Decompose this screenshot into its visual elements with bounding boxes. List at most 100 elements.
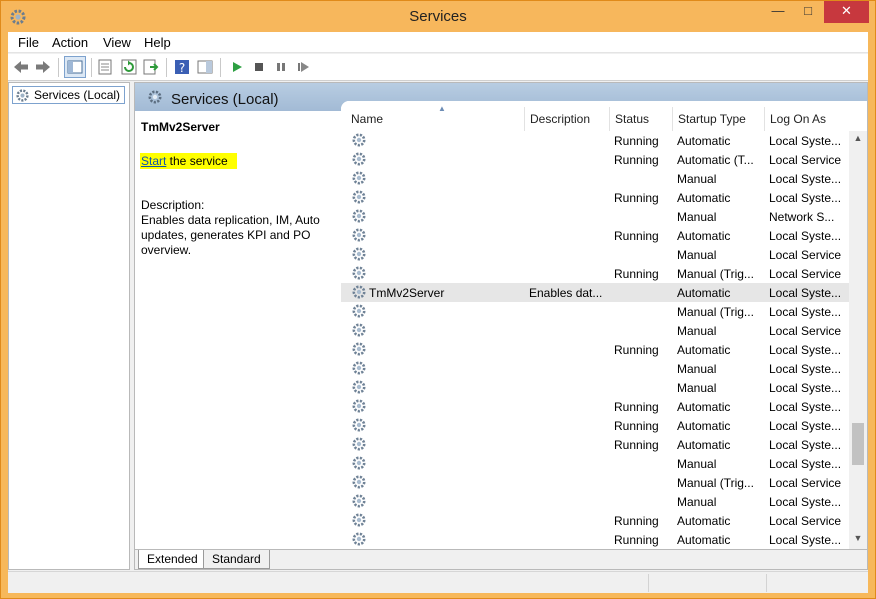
selected-service-name: TmMv2Server (141, 120, 220, 134)
scroll-down-icon[interactable]: ▼ (849, 533, 867, 547)
table-row[interactable]: Manual Local Syste... (341, 454, 849, 473)
table-row[interactable]: Manual (Trig... Local Service (341, 473, 849, 492)
service-gear-icon (351, 227, 367, 243)
column-header-startup-type[interactable]: Startup Type (678, 112, 746, 126)
service-gear-icon (351, 455, 367, 471)
toolbar: ? (8, 54, 868, 81)
service-startup-type-cell: Automatic (677, 286, 731, 300)
table-row[interactable]: Manual Local Syste... (341, 378, 849, 397)
title-bar[interactable]: Services — □ ✕ (1, 1, 875, 32)
service-status-cell: Running (614, 229, 659, 243)
properties-icon[interactable] (96, 58, 114, 76)
start-link[interactable]: Start (141, 154, 166, 168)
help-icon[interactable]: ? (173, 58, 191, 76)
minimize-button[interactable]: — (763, 1, 793, 23)
menu-view[interactable]: View (103, 35, 131, 50)
menu-help[interactable]: Help (144, 35, 171, 50)
toolbar-separator (166, 58, 167, 77)
service-log-on-as-cell: Local Syste... (769, 457, 842, 471)
table-row[interactable]: Manual Local Service (341, 245, 849, 264)
stop-service-icon[interactable] (250, 58, 268, 76)
column-header-log-on-as[interactable]: Log On As (770, 112, 826, 126)
table-row[interactable]: Manual Local Syste... (341, 359, 849, 378)
table-row[interactable]: Running Automatic Local Syste... (341, 435, 849, 454)
service-log-on-as-cell: Local Syste... (769, 419, 842, 433)
scroll-thumb[interactable] (852, 423, 864, 465)
table-row[interactable]: Running Automatic Local Syste... (341, 416, 849, 435)
table-row[interactable]: Manual Network S... (341, 207, 849, 226)
show-hide-tree-icon[interactable] (64, 56, 86, 78)
column-header-description[interactable]: Description (530, 112, 590, 126)
back-icon[interactable] (12, 58, 30, 76)
table-row[interactable]: Running Automatic Local Syste... (341, 340, 849, 359)
service-gear-icon (351, 436, 367, 452)
table-row[interactable]: Manual Local Service (341, 321, 849, 340)
table-row[interactable]: Manual Local Syste... (341, 492, 849, 511)
service-description-cell: Enables dat... (529, 286, 603, 300)
service-startup-type-cell: Automatic (677, 419, 731, 433)
column-divider[interactable] (764, 107, 765, 131)
table-row[interactable]: Running Automatic Local Syste... (341, 226, 849, 245)
service-startup-type-cell: Automatic (677, 514, 731, 528)
vertical-scrollbar[interactable]: ▲ ▼ (849, 131, 867, 549)
table-row[interactable]: Manual (Trig... Local Syste... (341, 302, 849, 321)
table-row[interactable]: Running Automatic Local Service (341, 511, 849, 530)
service-log-on-as-cell: Local Syste... (769, 400, 842, 414)
tree-item-label: Services (Local) (34, 88, 121, 102)
service-log-on-as-cell: Local Service (769, 324, 842, 338)
refresh-icon[interactable] (120, 58, 138, 76)
service-status-cell: Running (614, 134, 659, 148)
service-log-on-as-cell: Local Syste... (769, 229, 842, 243)
restart-service-icon[interactable] (294, 58, 312, 76)
menu-action[interactable]: Action (52, 35, 88, 50)
column-divider[interactable] (524, 107, 525, 131)
scroll-up-icon[interactable]: ▲ (849, 133, 867, 147)
table-row[interactable]: Running Automatic Local Syste... (341, 131, 849, 150)
table-row[interactable]: Manual Local Syste... (341, 169, 849, 188)
service-gear-icon (351, 246, 367, 262)
service-gear-icon (351, 417, 367, 433)
service-log-on-as-cell: Local Service (769, 476, 842, 490)
table-row[interactable]: Running Automatic Local Syste... (341, 530, 849, 549)
table-row[interactable]: Running Automatic (T... Local Service (341, 150, 849, 169)
column-header-name[interactable]: Name (351, 112, 383, 126)
maximize-button[interactable]: □ (793, 1, 823, 23)
tab-extended[interactable]: Extended (138, 550, 207, 569)
service-startup-type-cell: Automatic (677, 134, 731, 148)
close-button[interactable]: ✕ (824, 1, 869, 23)
service-status-cell: Running (614, 153, 659, 167)
column-headers: ▲ Name Description Status Startup Type L… (341, 101, 867, 131)
service-log-on-as-cell: Local Service (769, 248, 842, 262)
service-log-on-as-cell: Local Syste... (769, 362, 842, 376)
service-gear-icon (351, 341, 367, 357)
tab-standard[interactable]: Standard (203, 550, 270, 569)
menu-file[interactable]: File (18, 35, 39, 50)
toolbar-separator (220, 58, 221, 77)
service-status-cell: Running (614, 533, 659, 547)
table-row[interactable]: Running Manual (Trig... Local Service (341, 264, 849, 283)
service-status-cell: Running (614, 191, 659, 205)
forward-icon[interactable] (34, 58, 52, 76)
service-status-cell: Running (614, 267, 659, 281)
description-label: Description: (141, 198, 205, 212)
show-action-pane-icon[interactable] (196, 58, 214, 76)
pause-service-icon[interactable] (272, 58, 290, 76)
services-gear-icon (16, 89, 29, 102)
column-divider[interactable] (672, 107, 673, 131)
table-row[interactable]: Running Automatic Local Syste... (341, 188, 849, 207)
start-service-icon[interactable] (228, 58, 246, 76)
service-rows: Running Automatic Local Syste... Running Aut… (341, 131, 849, 549)
menu-bar: File Action View Help (8, 32, 868, 53)
service-gear-icon (351, 208, 367, 224)
view-tabs: Extended Standard (135, 549, 867, 569)
export-list-icon[interactable] (142, 58, 160, 76)
column-divider[interactable] (609, 107, 610, 131)
pane-title: Services (Local) (171, 91, 279, 108)
service-log-on-as-cell: Local Syste... (769, 134, 842, 148)
service-log-on-as-cell: Local Syste... (769, 343, 842, 357)
table-row[interactable]: TmMv2Server Enables dat... Automatic Local … (341, 283, 849, 302)
column-header-status[interactable]: Status (615, 112, 649, 126)
tree-item-services-local[interactable]: Services (Local) (12, 86, 125, 104)
table-row[interactable]: Running Automatic Local Syste... (341, 397, 849, 416)
service-status-cell: Running (614, 419, 659, 433)
